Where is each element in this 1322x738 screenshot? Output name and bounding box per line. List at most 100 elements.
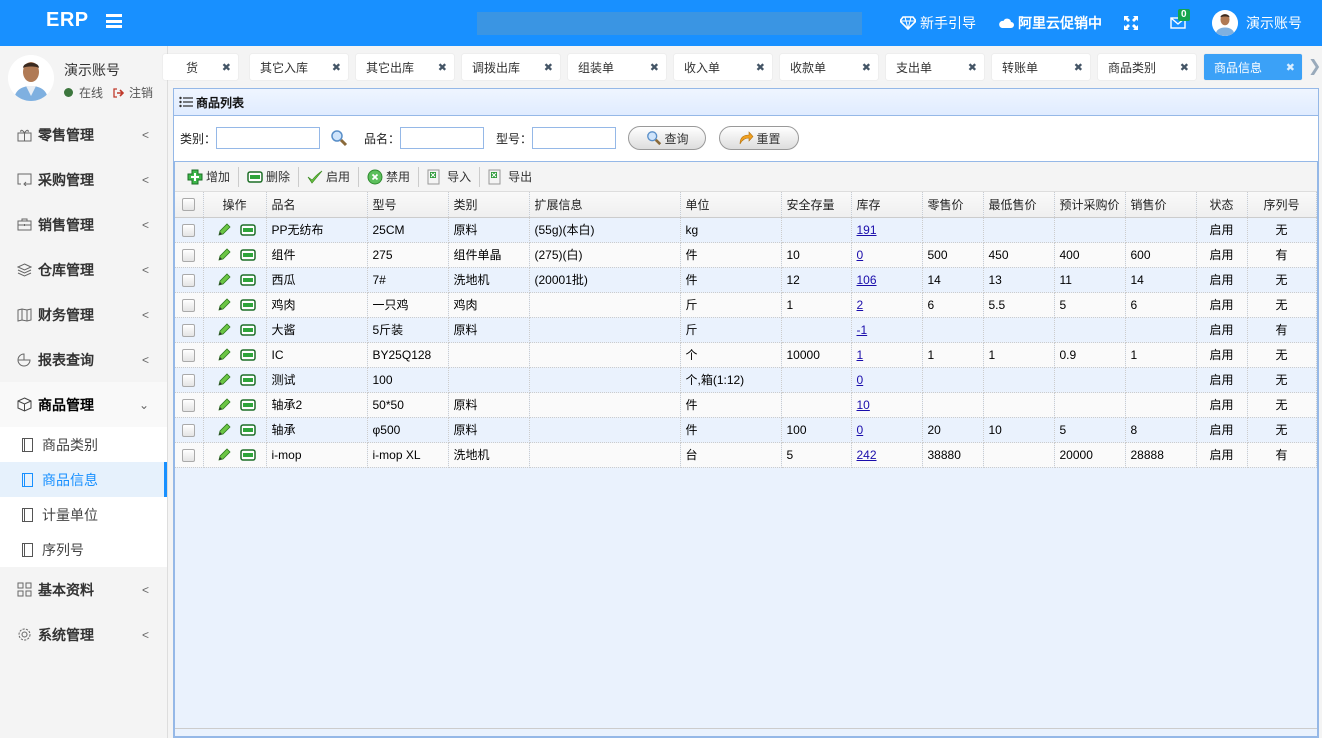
close-icon[interactable]: ✖ — [438, 61, 447, 74]
import-button[interactable]: 导入 — [421, 166, 477, 188]
fullscreen-button[interactable] — [1124, 16, 1142, 30]
tab-2[interactable]: 其它出库 ✖ — [356, 54, 454, 80]
sidebar-item-warehouse[interactable]: 仓库管理 < — [0, 247, 167, 292]
stock-link[interactable]: 2 — [857, 298, 864, 312]
column-header[interactable]: 类别 — [448, 192, 530, 218]
table-row[interactable]: 轴承 φ500 原料 件 100 0 20 10 5 8 启用无 — [175, 417, 1317, 443]
app-logo[interactable]: ERP — [46, 9, 89, 32]
cell-stock[interactable]: 0 — [851, 242, 923, 268]
sidebar-subitem-category[interactable]: 商品类别 — [0, 427, 167, 462]
edit-pencil-icon[interactable] — [217, 247, 231, 262]
tab-6[interactable]: 收款单 ✖ — [780, 54, 878, 80]
logout-icon[interactable] — [113, 87, 125, 98]
delete-row-icon[interactable] — [239, 423, 256, 436]
table-row[interactable]: i-mop i-mop XL 洗地机 台 5 242 38880 20000 28888 启用有 — [175, 442, 1317, 468]
select-all-checkbox[interactable] — [182, 198, 196, 212]
sidebar-item-retail[interactable]: 零售管理 < — [0, 112, 167, 157]
stock-link[interactable]: 0 — [857, 423, 864, 437]
table-row[interactable]: 西瓜 7# 洗地机 (20001批) 件 12 106 14 13 11 14 启用无 — [175, 267, 1317, 293]
sidebar-subitem-unit[interactable]: 计量单位 — [0, 497, 167, 532]
reset-button[interactable]: 重置 — [719, 126, 800, 150]
tab-0[interactable]: 货 ✖ — [163, 54, 238, 80]
edit-pencil-icon[interactable] — [217, 422, 231, 437]
table-row[interactable]: IC BY25Q128 个 10000 1 1 1 0.9 1 启用无 — [175, 342, 1317, 368]
cell-stock[interactable]: 106 — [851, 267, 923, 293]
stock-link[interactable]: 0 — [857, 248, 864, 262]
cell-stock[interactable]: 2 — [851, 292, 923, 318]
top-search-input[interactable] — [477, 12, 862, 35]
row-checkbox-cell[interactable] — [175, 242, 204, 268]
row-checkbox-cell[interactable] — [175, 442, 204, 468]
row-checkbox-cell[interactable] — [175, 292, 204, 318]
row-checkbox[interactable] — [182, 323, 196, 337]
tab-7[interactable]: 支出单 ✖ — [886, 54, 984, 80]
table-row[interactable]: PP无纺布 25CM 原料 (55g)(本白) kg 191 启用无 — [175, 217, 1317, 243]
row-checkbox[interactable] — [182, 223, 196, 237]
tab-8[interactable]: 转账单 ✖ — [992, 54, 1090, 80]
edit-pencil-icon[interactable] — [217, 272, 231, 287]
tab-5[interactable]: 收入单 ✖ — [674, 54, 772, 80]
cell-stock[interactable]: 10 — [851, 392, 923, 418]
tab-scroll-right-icon[interactable]: ❯ — [1308, 56, 1321, 76]
column-header[interactable]: 预计采购价 — [1054, 192, 1126, 218]
enable-button[interactable]: 启用 — [301, 166, 356, 188]
table-row[interactable]: 大酱 5斤装 原料 斤 -1 启用有 — [175, 317, 1317, 343]
column-header[interactable]: 销售价 — [1125, 192, 1197, 218]
edit-pencil-icon[interactable] — [217, 347, 231, 362]
table-row[interactable]: 测试 100 个,箱(1:12) 0 启用无 — [175, 367, 1317, 393]
sidebar-item-purchase[interactable]: 采购管理 < — [0, 157, 167, 202]
disable-button[interactable]: 禁用 — [361, 166, 416, 188]
magnifier-icon[interactable] — [330, 129, 348, 147]
cell-stock[interactable]: 242 — [851, 442, 923, 468]
stock-link[interactable]: 10 — [857, 398, 870, 412]
stock-link[interactable]: 191 — [857, 223, 877, 237]
close-icon[interactable]: ✖ — [650, 61, 659, 74]
column-header[interactable]: 安全存量 — [781, 192, 852, 218]
close-icon[interactable]: ✖ — [332, 61, 341, 74]
tab-3[interactable]: 调拨出库 ✖ — [462, 54, 560, 80]
stock-link[interactable]: -1 — [857, 323, 868, 337]
column-header[interactable]: 最低售价 — [983, 192, 1055, 218]
delete-row-icon[interactable] — [239, 398, 256, 411]
table-row[interactable]: 鸡肉 一只鸡 鸡肉斤 1 2 6 5.5 5 6 启用无 — [175, 292, 1317, 318]
row-checkbox-cell[interactable] — [175, 217, 204, 243]
account-menu[interactable]: 演示账号 — [1212, 10, 1302, 36]
close-icon[interactable]: ✖ — [968, 61, 977, 74]
column-header[interactable]: 零售价 — [922, 192, 984, 218]
row-checkbox-cell[interactable] — [175, 342, 204, 368]
edit-pencil-icon[interactable] — [217, 372, 231, 387]
tab-10[interactable]: 商品信息 ✖ — [1204, 54, 1302, 80]
row-checkbox-cell[interactable] — [175, 392, 204, 418]
guide-link[interactable]: 新手引导 — [900, 13, 976, 33]
stock-link[interactable]: 1 — [857, 348, 864, 362]
close-icon[interactable]: ✖ — [222, 61, 231, 74]
row-checkbox-cell[interactable] — [175, 367, 204, 393]
edit-pencil-icon[interactable] — [217, 222, 231, 237]
cell-stock[interactable]: 0 — [851, 367, 923, 393]
delete-row-icon[interactable] — [239, 448, 256, 461]
cell-stock[interactable]: 191 — [851, 217, 923, 243]
edit-pencil-icon[interactable] — [217, 447, 231, 462]
row-checkbox[interactable] — [182, 273, 196, 287]
promo-link[interactable]: 阿里云促销中 — [998, 13, 1102, 33]
delete-row-icon[interactable] — [239, 348, 256, 361]
delete-button[interactable]: 删除 — [241, 166, 296, 188]
row-checkbox[interactable] — [182, 373, 196, 387]
sidebar-item-finance[interactable]: 财务管理 < — [0, 292, 167, 337]
column-header[interactable]: 库存 — [851, 192, 923, 218]
sidebar-item-system[interactable]: 系统管理 < — [0, 612, 167, 657]
category-input[interactable] — [216, 127, 321, 149]
sidebar-subitem-serial[interactable]: 序列号 — [0, 532, 167, 567]
stock-link[interactable]: 106 — [857, 273, 877, 287]
row-checkbox-cell[interactable] — [175, 317, 204, 343]
row-checkbox[interactable] — [182, 348, 196, 362]
select-all-checkbox-cell[interactable] — [175, 192, 204, 218]
row-checkbox-cell[interactable] — [175, 417, 204, 443]
sidebar-item-products[interactable]: 商品管理 ⌄ — [0, 382, 167, 427]
column-header[interactable]: 序列号 — [1247, 192, 1317, 218]
column-header[interactable]: 扩展信息 — [529, 192, 681, 218]
column-header[interactable]: 型号 — [367, 192, 449, 218]
delete-row-icon[interactable] — [239, 373, 256, 386]
edit-pencil-icon[interactable] — [217, 297, 231, 312]
cell-stock[interactable]: 0 — [851, 417, 923, 443]
